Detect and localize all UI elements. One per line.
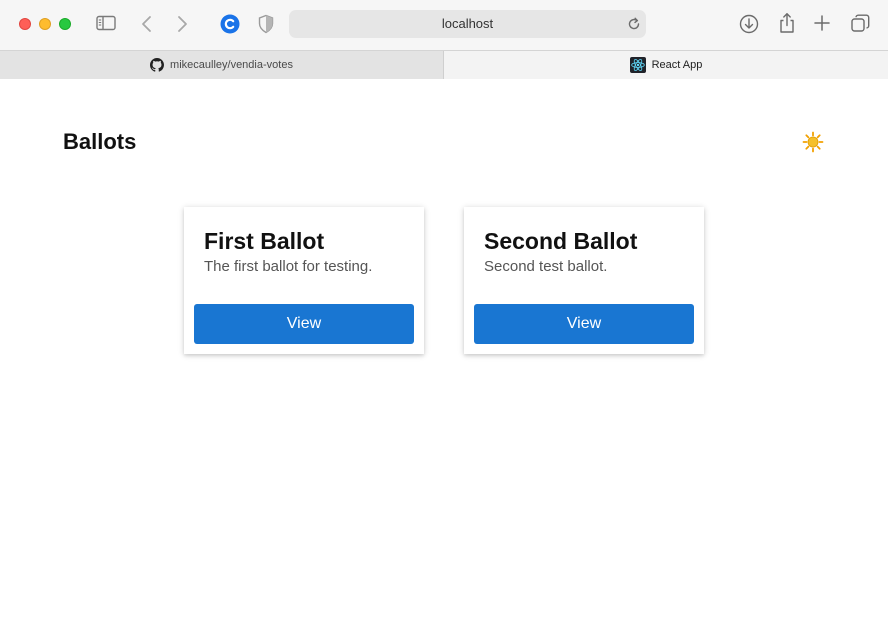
zoom-window-button[interactable] bbox=[59, 18, 71, 30]
github-icon bbox=[150, 58, 165, 72]
sidebar-toggle-icon[interactable] bbox=[96, 15, 116, 31]
ballot-card: Second Ballot Second test ballot. View bbox=[464, 207, 704, 354]
ballot-title: First Ballot bbox=[204, 228, 325, 254]
new-tab-icon[interactable] bbox=[814, 15, 830, 31]
view-ballot-button[interactable]: View bbox=[474, 304, 694, 344]
extension-c-icon[interactable] bbox=[220, 14, 240, 34]
back-icon[interactable] bbox=[141, 15, 153, 33]
tab-label: mikecaulley/vendia-votes bbox=[170, 59, 293, 71]
browser-toolbar: localhost bbox=[0, 0, 888, 50]
reload-icon[interactable] bbox=[627, 17, 641, 36]
address-bar[interactable]: localhost bbox=[289, 10, 646, 38]
ballot-description: Second test ballot. bbox=[484, 258, 608, 275]
theme-toggle-button[interactable] bbox=[802, 131, 824, 153]
tab-react-app[interactable]: React App bbox=[444, 51, 888, 79]
tab-bar: mikecaulley/vendia-votes React App bbox=[0, 50, 888, 79]
tab-github[interactable]: mikecaulley/vendia-votes bbox=[0, 51, 444, 79]
downloads-icon[interactable] bbox=[739, 14, 759, 34]
page-title: Ballots bbox=[63, 129, 137, 154]
react-icon bbox=[629, 57, 646, 73]
tab-overview-icon[interactable] bbox=[851, 14, 870, 33]
view-ballot-button[interactable]: View bbox=[194, 304, 414, 344]
sun-icon bbox=[802, 131, 824, 153]
address-text: localhost bbox=[441, 16, 494, 31]
ballot-title: Second Ballot bbox=[484, 228, 638, 254]
privacy-shield-icon[interactable] bbox=[258, 14, 274, 34]
close-window-button[interactable] bbox=[19, 18, 31, 30]
page-content: Ballots First Ballot The first ballot fo… bbox=[0, 79, 888, 630]
ballot-card: First Ballot The first ballot for testin… bbox=[184, 207, 424, 354]
minimize-window-button[interactable] bbox=[39, 18, 51, 30]
tab-label: React App bbox=[651, 59, 703, 71]
ballot-description: The first ballot for testing. bbox=[204, 258, 373, 275]
share-icon[interactable] bbox=[778, 12, 796, 34]
forward-icon[interactable] bbox=[176, 15, 188, 33]
